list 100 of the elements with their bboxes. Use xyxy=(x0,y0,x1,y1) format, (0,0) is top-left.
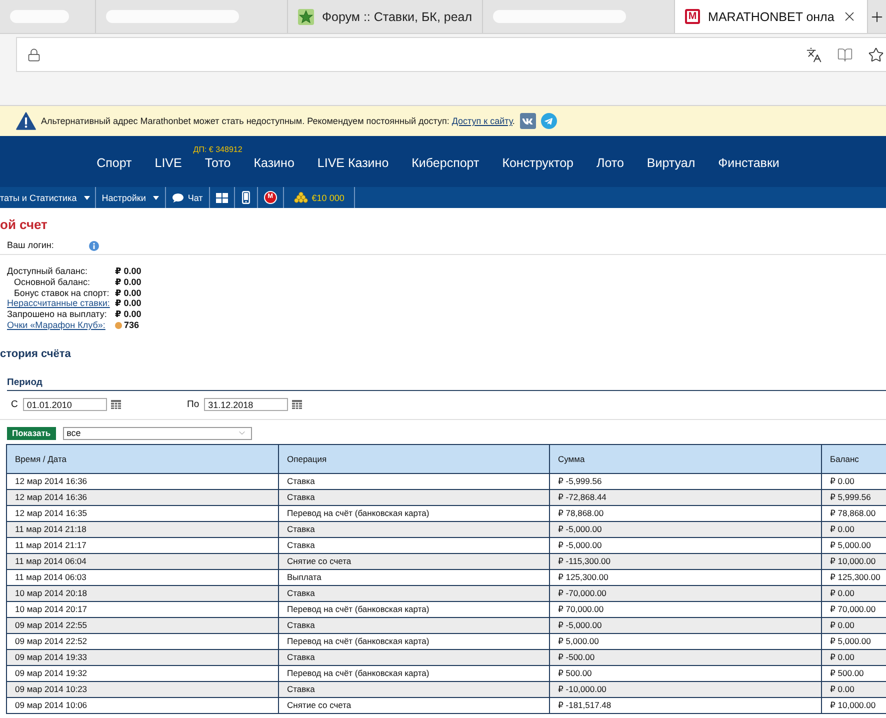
table-cell: ₽ -70,000.00 xyxy=(550,585,822,602)
nav-link[interactable]: Виртуал xyxy=(646,156,696,170)
book-icon[interactable] xyxy=(837,46,853,62)
table-cell: ₽ 0.00 xyxy=(822,585,886,602)
from-date-input[interactable]: 01.01.2010 xyxy=(22,398,107,412)
table-cell: Ставка xyxy=(278,489,550,506)
nav-link[interactable]: Конструктор xyxy=(502,156,574,170)
telegram-icon[interactable] xyxy=(540,113,557,129)
period-heading: Период xyxy=(7,376,44,388)
show-button[interactable]: Показать xyxy=(7,426,56,440)
balance-link[interactable]: Очки «Марафон Клуб»: xyxy=(7,320,106,331)
table-cell: ₽ 10,000.00 xyxy=(822,697,886,714)
table-cell: 11 мар 2014 06:03 xyxy=(6,569,278,586)
operation-filter-select[interactable]: все xyxy=(62,426,252,440)
phone-icon xyxy=(242,191,250,204)
table-cell: Ставка xyxy=(278,585,550,602)
table-cell: ₽ 500.00 xyxy=(550,665,822,682)
table-cell: ₽ 0.00 xyxy=(822,617,886,634)
balance-label: Запрошено на выплату: xyxy=(7,309,107,320)
caret-icon xyxy=(152,196,159,200)
table-cell: 09 мар 2014 22:55 xyxy=(6,617,278,634)
table-cell: Ставка xyxy=(278,649,550,666)
table-cell: ₽ 0.00 xyxy=(822,649,886,666)
table-cell: ₽ -5,000.00 xyxy=(550,521,822,538)
nav-link[interactable]: Киберспорт xyxy=(412,156,480,170)
table-cell: ₽ 78,868.00 xyxy=(822,505,886,522)
table-cell: ₽ 125,300.00 xyxy=(550,569,822,586)
table-cell: Перевод на счёт (банковская карта) xyxy=(278,633,550,650)
nav-link[interactable]: LIVE xyxy=(154,156,182,170)
to-label: По xyxy=(187,399,200,410)
table-cell: 12 мар 2014 16:36 xyxy=(6,489,278,506)
table-cell: 10 мар 2014 20:17 xyxy=(6,601,278,618)
table-cell: ₽ 70,000.00 xyxy=(550,601,822,618)
lock-icon xyxy=(27,48,41,62)
balance-label: Бонус ставок на спорт: xyxy=(14,288,110,298)
table-cell: ₽ 5,000.00 xyxy=(822,537,886,554)
table-cell: Ставка xyxy=(278,521,550,538)
table-cell: Снятие со счета xyxy=(278,553,550,570)
table-cell: Ставка xyxy=(278,617,550,634)
table-cell: 10 мар 2014 20:18 xyxy=(6,585,278,602)
table-cell: ₽ -10,000.00 xyxy=(550,681,822,698)
table-cell: ₽ 0.00 xyxy=(822,681,886,698)
balance-value: ₽ 0.00 xyxy=(115,266,142,277)
coin-stack-icon xyxy=(294,192,308,203)
nav-link[interactable]: Казино xyxy=(254,156,294,170)
table-cell: ₽ -500.00 xyxy=(550,649,822,666)
history-heading: стория счёта xyxy=(0,348,72,361)
account-heading: ой счет xyxy=(0,217,48,232)
vk-icon[interactable] xyxy=(520,113,536,129)
points-value: 736 xyxy=(124,320,140,331)
address-field[interactable] xyxy=(16,37,886,72)
table-cell: 09 мар 2014 10:06 xyxy=(6,697,278,714)
balance-value: ₽ 0.00 xyxy=(115,276,142,288)
table-cell: Перевод на счёт (банковская карта) xyxy=(278,601,550,618)
table-cell: ₽ 125,300.00 xyxy=(822,569,886,586)
balance-link[interactable]: Нерассчитанные ставки: xyxy=(7,298,110,310)
browser-tab[interactable]: M MARATHONBET онла xyxy=(675,0,868,33)
table-cell: Ставка xyxy=(278,681,550,698)
table-cell: ₽ -181,517.48 xyxy=(550,697,822,714)
site-access-link[interactable]: Доступ к сайту xyxy=(452,116,512,126)
nav-link[interactable]: Финставки xyxy=(718,156,780,170)
coin-icon xyxy=(115,322,122,329)
nav-link[interactable]: Тото xyxy=(204,156,231,170)
table-cell: ₽ -5,000.00 xyxy=(550,617,822,634)
table-cell: ₽ 5,999.56 xyxy=(822,489,886,506)
column-header: Время / Дата xyxy=(6,444,278,474)
nav-link[interactable]: Спорт xyxy=(96,156,132,170)
column-header: Баланс xyxy=(822,444,886,474)
notice-text: Альтернативный адрес Marathonbet может стать недоступным. Рекомендуем постоянный доступ: Доступ к сайту. xyxy=(41,116,515,126)
to-date-input[interactable]: 31.12.2018 xyxy=(204,398,288,412)
table-cell: ₽ -5,999.56 xyxy=(550,473,822,490)
table-cell: 09 мар 2014 19:33 xyxy=(6,649,278,666)
table-cell: 11 мар 2014 21:17 xyxy=(6,537,278,554)
from-label: С xyxy=(11,399,18,410)
balance-value: ₽ 0.00 xyxy=(115,309,142,320)
info-icon xyxy=(89,240,99,250)
table-cell: 12 мар 2014 16:36 xyxy=(6,473,278,490)
jackpot-amount: ДП: € 348912 xyxy=(193,144,242,154)
table-cell: ₽ 500.00 xyxy=(822,665,886,682)
table-cell: 09 мар 2014 19:32 xyxy=(6,665,278,682)
table-cell: Ставка xyxy=(278,537,550,554)
nav-link[interactable]: Лото xyxy=(596,156,624,170)
column-header: Сумма xyxy=(550,444,822,474)
login-label: Ваш логин: xyxy=(7,240,55,251)
star-favicon-icon xyxy=(298,8,314,24)
m-logo: M xyxy=(685,9,700,24)
nav-link[interactable]: LIVE Казино xyxy=(317,156,389,170)
table-cell: Выплата xyxy=(278,569,550,586)
balance-label: Доступный баланс: xyxy=(7,266,88,277)
table-cell: Перевод на счёт (банковская карта) xyxy=(278,665,550,682)
balance-value: ₽ 0.00 xyxy=(115,288,142,298)
calendar-icon xyxy=(292,400,302,410)
table-cell: 12 мар 2014 16:35 xyxy=(6,505,278,522)
calendar-icon xyxy=(110,400,121,410)
star-icon[interactable] xyxy=(868,46,884,62)
balance-value: ₽ 0.00 xyxy=(115,298,142,310)
translate-icon[interactable] xyxy=(806,46,822,62)
table-cell: ₽ 10,000.00 xyxy=(822,553,886,570)
table-cell: ₽ 5,000.00 xyxy=(550,633,822,650)
warning-icon xyxy=(16,112,36,130)
